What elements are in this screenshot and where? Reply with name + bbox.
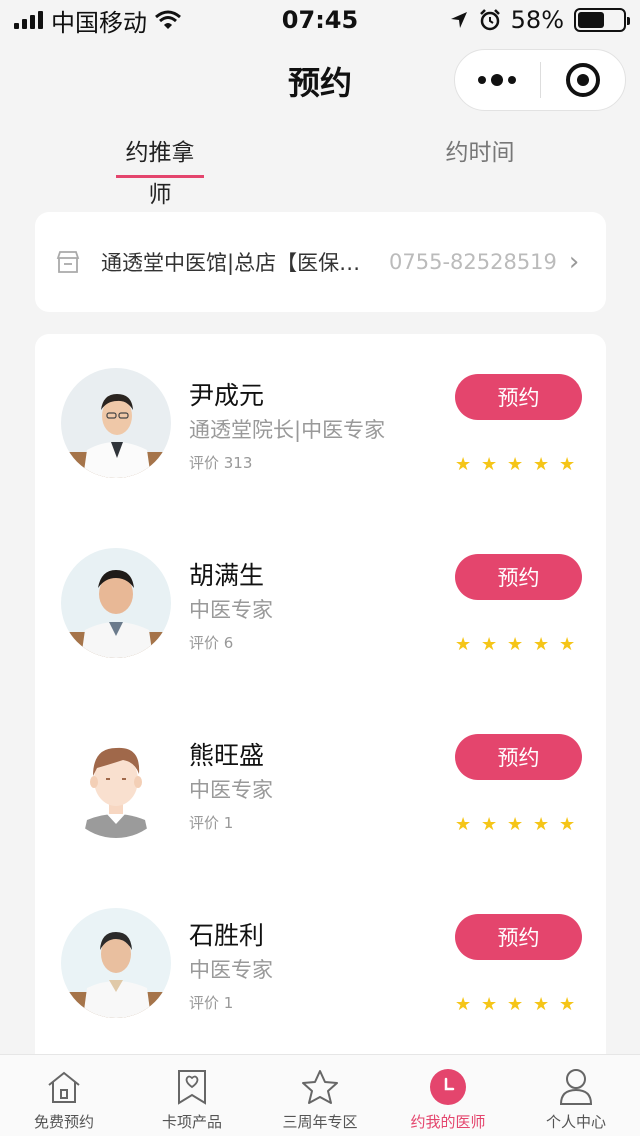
star-rating: ★ ★ ★ ★ ★ (455, 634, 576, 655)
doctor-row[interactable]: 胡满生 中医专家 评价 6 预约 ★ ★ ★ ★ ★ (35, 514, 606, 694)
star-icon: ★ (507, 454, 524, 475)
doctor-name: 尹成元 (189, 381, 265, 410)
location-icon (450, 12, 467, 28)
star-icon: ★ (507, 994, 524, 1015)
doctor-avatar-placeholder (61, 728, 171, 838)
doctor-name: 熊旺盛 (189, 741, 265, 770)
doctor-name: 石胜利 (189, 921, 265, 950)
star-icon: ★ (533, 634, 550, 655)
store-icon (56, 251, 80, 273)
star-icon (300, 1067, 340, 1107)
doctor-list: 尹成元 通透堂院长|中医专家 评价 313 预约 ★ ★ ★ ★ ★ 胡满生 中… (35, 334, 606, 1054)
signal-icon (14, 11, 43, 29)
tabbar-item-my-doctor[interactable]: 约我的医师 (384, 1055, 512, 1136)
tabbar-label: 个人中心 (545, 1113, 606, 1131)
doctor-avatar (61, 368, 171, 478)
chevron-right-icon: › (568, 247, 580, 277)
star-icon: ★ (455, 814, 472, 835)
star-icon: ★ (481, 994, 498, 1015)
star-icon: ★ (481, 814, 498, 835)
doctor-row[interactable]: 尹成元 通透堂院长|中医专家 评价 313 预约 ★ ★ ★ ★ ★ (35, 334, 606, 514)
book-button[interactable]: 预约 (455, 734, 582, 780)
store-card[interactable]: 通透堂中医馆|总店【医保定点】 0755-82528519 › (35, 212, 606, 312)
dot-icon (491, 74, 504, 86)
mini-program-capsule (454, 49, 626, 111)
alarm-icon (479, 9, 500, 31)
doctor-rating-count: 评价 1 (189, 994, 234, 1012)
doctor-name: 胡满生 (189, 561, 265, 590)
book-button[interactable]: 预约 (455, 554, 582, 600)
star-rating: ★ ★ ★ ★ ★ (455, 454, 576, 475)
star-icon: ★ (559, 814, 576, 835)
tabbar-label: 三周年专区 (282, 1113, 358, 1131)
dot-icon (478, 76, 487, 84)
star-icon: ★ (507, 814, 524, 835)
star-icon: ★ (455, 454, 472, 475)
book-button[interactable]: 预约 (455, 374, 582, 420)
tabbar-item-anniversary[interactable]: 三周年专区 (256, 1055, 384, 1136)
more-button[interactable] (455, 50, 540, 110)
tabbar-item-profile[interactable]: 个人中心 (512, 1055, 640, 1136)
tab-book-therapist[interactable]: 约推拿师 (116, 132, 204, 208)
star-rating: ★ ★ ★ ★ ★ (455, 994, 576, 1015)
tabbar-item-free-booking[interactable]: 免费预约 (0, 1055, 128, 1136)
star-icon: ★ (559, 994, 576, 1015)
doctor-title: 中医专家 (189, 958, 273, 982)
nav-bar: 预约 (0, 44, 640, 116)
star-icon: ★ (455, 634, 472, 655)
star-icon: ★ (507, 634, 524, 655)
doctor-rating-count: 评价 1 (189, 814, 234, 832)
doctor-row[interactable]: 石胜利 中医专家 评价 1 预约 ★ ★ ★ ★ ★ (35, 874, 606, 1054)
doctor-rating-count: 评价 6 (189, 634, 234, 652)
status-bar: 中国移动 07:45 58% (0, 0, 640, 40)
doctor-rating-count: 评价 313 (189, 454, 253, 472)
star-rating: ★ ★ ★ ★ ★ (455, 814, 576, 835)
star-icon: ★ (533, 454, 550, 475)
star-icon: ★ (533, 814, 550, 835)
store-name: 通透堂中医馆|总店【医保定点】 (101, 251, 379, 275)
doctor-title: 通透堂院长|中医专家 (189, 418, 386, 442)
wifi-icon (155, 10, 181, 29)
doctor-row[interactable]: 熊旺盛 中医专家 评价 1 预约 ★ ★ ★ ★ ★ (35, 694, 606, 874)
doctor-avatar (61, 548, 171, 658)
booking-tabs: 约推拿师 约时间 (0, 132, 640, 208)
bookmark-heart-icon (172, 1067, 212, 1107)
status-right: 58% (449, 6, 630, 34)
house-icon (44, 1067, 84, 1107)
battery-icon (574, 8, 630, 32)
person-icon (556, 1067, 596, 1107)
tabbar-label: 卡项产品 (161, 1113, 222, 1131)
tabbar-label: 约我的医师 (410, 1113, 486, 1131)
tabbar-item-card-products[interactable]: 卡项产品 (128, 1055, 256, 1136)
store-phone[interactable]: 0755-82528519 (389, 250, 557, 274)
star-icon: ★ (481, 634, 498, 655)
star-icon: ★ (481, 454, 498, 475)
star-icon: ★ (533, 994, 550, 1015)
doctor-title: 中医专家 (189, 598, 273, 622)
star-icon: ★ (455, 994, 472, 1015)
status-left: 中国移动 (14, 3, 181, 38)
doctor-title: 中医专家 (189, 778, 273, 802)
battery-percent: 58% (510, 6, 564, 34)
doctor-avatar (61, 908, 171, 1018)
dot-icon (508, 76, 517, 84)
tabbar-label: 免费预约 (33, 1113, 94, 1131)
target-icon (565, 63, 600, 97)
clock-icon (428, 1067, 468, 1107)
star-icon: ★ (559, 634, 576, 655)
carrier-label: 中国移动 (51, 8, 147, 37)
tab-book-time[interactable]: 约时间 (436, 132, 524, 178)
book-button[interactable]: 预约 (455, 914, 582, 960)
star-icon: ★ (559, 454, 576, 475)
close-miniprogram-button[interactable] (541, 50, 626, 110)
bottom-tab-bar: 免费预约 卡项产品 三周年专区 约我的医师 个人中心 (0, 1054, 640, 1136)
